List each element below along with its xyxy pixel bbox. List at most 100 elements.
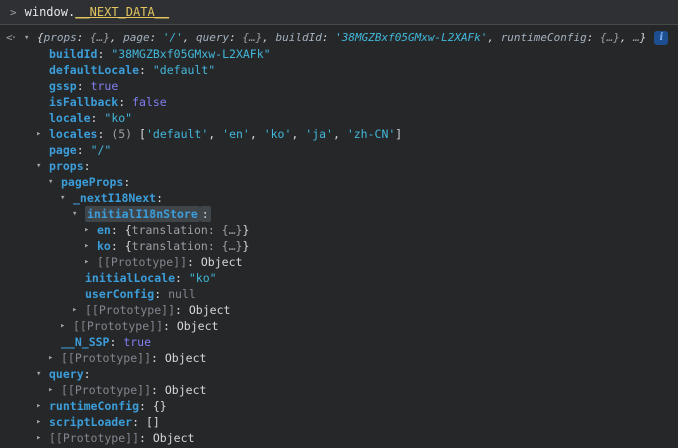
- chevron-right-icon[interactable]: ▸: [84, 254, 97, 270]
- object-property-tree: buildId: "38MGZBxf05GMxw-L2XAFk" defaultL…: [0, 46, 678, 446]
- result-preview-row[interactable]: <· ▾ {props: {…}, page: '/', query: {…},…: [0, 29, 678, 46]
- chevron-right-icon[interactable]: ▸: [60, 318, 73, 334]
- property-name: initialLocale: [85, 271, 176, 285]
- chevron-right-icon[interactable]: ▸: [84, 222, 97, 238]
- chevron-down-icon[interactable]: ▾: [36, 158, 49, 174]
- tree-row-prototype[interactable]: ▸ [[Prototype]]: Object: [0, 430, 678, 446]
- tree-row-scriptloader[interactable]: ▸ scriptLoader: []: [0, 414, 678, 430]
- command-token: window.: [24, 5, 76, 19]
- value-text: :: [110, 239, 125, 253]
- tree-row-initiali18nstore[interactable]: ▾ initialI18nStore:: [0, 206, 678, 222]
- property-name: userConfig: [85, 287, 155, 301]
- string-value: 'zh-CN': [346, 127, 396, 141]
- string-value: 'default': [145, 127, 209, 141]
- console-command-text: window.__NEXT_DATA__: [25, 5, 170, 19]
- value-text: :: [118, 95, 133, 109]
- value-text: ,: [332, 127, 347, 141]
- chevron-down-icon[interactable]: ▾: [36, 366, 49, 382]
- string-value: "38MGZBxf05GMxw-L2XAFk": [111, 47, 271, 61]
- chevron-right-icon[interactable]: ▸: [36, 430, 49, 446]
- value-text: :: [76, 79, 91, 93]
- tree-row-userconfig[interactable]: userConfig: null: [0, 286, 678, 302]
- string-value: 'ko': [263, 127, 292, 141]
- value-text: Object: [200, 255, 243, 269]
- chevron-right-icon[interactable]: ▸: [36, 398, 49, 414]
- tree-row-isfallback[interactable]: isFallback: false: [0, 94, 678, 110]
- value-text: [: [139, 127, 146, 141]
- value-text: []: [145, 415, 160, 429]
- tree-row-initiallocale[interactable]: initialLocale: "ko": [0, 270, 678, 286]
- chevron-right-icon[interactable]: ▸: [84, 238, 97, 254]
- string-value: '/': [162, 30, 183, 44]
- value-text: {…}: [600, 30, 620, 44]
- value-text: }: [242, 223, 250, 237]
- console-prompt-icon: >: [10, 5, 17, 19]
- tree-row-query[interactable]: ▾ query:: [0, 366, 678, 382]
- value-text: :: [151, 351, 165, 365]
- info-icon[interactable]: i: [654, 30, 669, 45]
- tree-row-page[interactable]: page: "/": [0, 142, 678, 158]
- console-result-entry: <· ▾ {props: {…}, page: '/', query: {…},…: [0, 25, 678, 446]
- value-text: {…}: [242, 30, 263, 44]
- value-text: :: [123, 175, 131, 189]
- command-token: __NEXT_DATA__: [75, 5, 170, 19]
- object-preview-text: {props: {…}, page: '/', query: {…}, buil…: [37, 30, 646, 46]
- chevron-right-icon[interactable]: ▸: [48, 382, 61, 398]
- console-input-echo[interactable]: > window.__NEXT_DATA__: [0, 0, 678, 25]
- value-text: Object: [176, 319, 219, 333]
- chevron-down-icon[interactable]: ▾: [72, 206, 85, 222]
- value-text: ,: [182, 30, 196, 44]
- value-text: ,: [619, 30, 634, 44]
- property-name: locale: [49, 111, 91, 125]
- value-text: {: [124, 223, 132, 237]
- value-text: ]: [395, 127, 403, 141]
- value-text: :: [76, 143, 91, 157]
- tree-row-props[interactable]: ▾ props:: [0, 158, 678, 174]
- chevron-right-icon[interactable]: ▸: [36, 414, 49, 430]
- property-name: __N_SSP: [61, 335, 110, 349]
- tree-row-runtimeconfig[interactable]: ▸ runtimeConfig: {}: [0, 398, 678, 414]
- result-marker-icon: <·: [6, 30, 17, 44]
- property-name: isFallback: [49, 95, 119, 109]
- string-value: 'ja': [305, 127, 333, 141]
- value-text: ,: [262, 30, 276, 44]
- tree-row-nssp[interactable]: __N_SSP: true: [0, 334, 678, 350]
- property-name: ko: [97, 239, 111, 253]
- property-name: scriptLoader: [49, 415, 133, 429]
- tree-row-defaultlocale[interactable]: defaultLocale: "default": [0, 62, 678, 78]
- tree-row-ko[interactable]: ▸ ko: {translation: {…}}: [0, 238, 678, 254]
- tree-row-nexti18next[interactable]: ▾ _nextI18Next:: [0, 190, 678, 206]
- string-value: "default": [152, 63, 216, 77]
- tree-row-locales[interactable]: ▸ locales: (5) ['default', 'en', 'ko', 'j…: [0, 126, 678, 142]
- value-text: :: [83, 159, 91, 173]
- tree-row-prototype[interactable]: ▸ [[Prototype]]: Object: [0, 382, 678, 398]
- tree-row-buildid[interactable]: buildId: "38MGZBxf05GMxw-L2XAFk": [0, 46, 678, 62]
- chevron-right-icon[interactable]: ▸: [36, 126, 49, 142]
- tree-row-pageprops[interactable]: ▾ pageProps:: [0, 174, 678, 190]
- property-name: _nextI18Next: [73, 191, 157, 205]
- value-text: :: [139, 431, 153, 445]
- value-text: [[Prototype]]: [73, 319, 164, 333]
- tree-row-prototype[interactable]: ▸ [[Prototype]]: Object: [0, 318, 678, 334]
- chevron-right-icon[interactable]: ▸: [72, 302, 85, 318]
- tree-row-en[interactable]: ▸ en: {translation: {…}}: [0, 222, 678, 238]
- value-text: }: [639, 30, 647, 44]
- tree-row-prototype[interactable]: ▸ [[Prototype]]: Object: [0, 302, 678, 318]
- tree-row-locale[interactable]: locale: "ko": [0, 110, 678, 126]
- value-text: [[Prototype]]: [97, 255, 188, 269]
- property-name: locales: [49, 127, 98, 141]
- tree-row-gssp[interactable]: gssp: true: [0, 78, 678, 94]
- value-text: runtimeConfig: [500, 30, 587, 44]
- chevron-down-icon[interactable]: ▾: [24, 30, 37, 46]
- value-text: :: [132, 415, 146, 429]
- tree-row-prototype[interactable]: ▸ [[Prototype]]: Object: [0, 254, 678, 270]
- chevron-right-icon[interactable]: ▸: [48, 350, 61, 366]
- value-text: :: [151, 383, 165, 397]
- chevron-down-icon[interactable]: ▾: [48, 174, 61, 190]
- value-text: (5): [111, 127, 140, 141]
- value-text: :: [187, 255, 201, 269]
- chevron-down-icon[interactable]: ▾: [60, 190, 73, 206]
- tree-row-prototype[interactable]: ▸ [[Prototype]]: Object: [0, 350, 678, 366]
- property-name: props: [49, 159, 84, 173]
- value-text: }: [242, 239, 250, 253]
